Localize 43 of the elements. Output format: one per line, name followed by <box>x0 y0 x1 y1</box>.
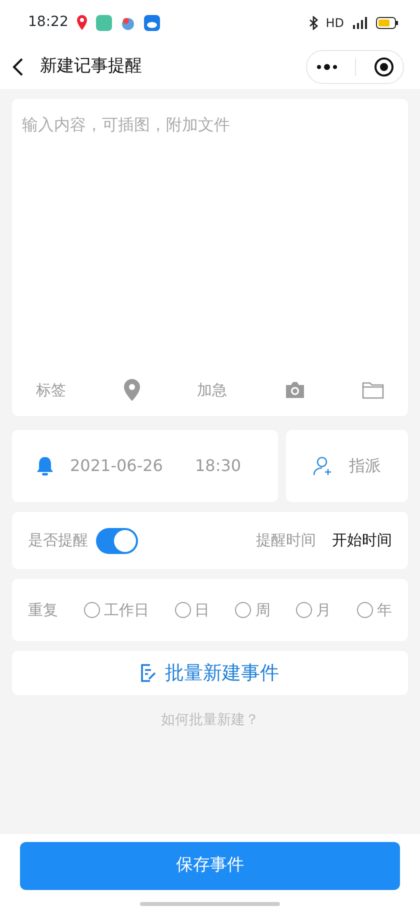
app-icon <box>96 14 112 30</box>
batch-help-link[interactable]: 如何批量新建？ <box>161 712 259 728</box>
location-icon[interactable] <box>122 379 140 401</box>
signal-icon <box>352 16 368 28</box>
repeat-label: 重复 <box>28 600 58 621</box>
reminder-toggle[interactable] <box>96 528 138 554</box>
radio-label: 周 <box>255 600 270 621</box>
radio-button[interactable] <box>174 602 191 618</box>
save-button[interactable]: 保存事件 <box>20 842 400 890</box>
radio-button[interactable] <box>235 602 252 618</box>
datetime-picker[interactable]: 2021-06-26 18:30 <box>12 430 278 502</box>
reminder-time-label: 提醒时间 <box>256 530 316 552</box>
date-text: 2021-06-26 <box>70 455 163 477</box>
edit-document-icon <box>141 664 157 682</box>
content-field[interactable]: 输入内容，可插图，附加文件 <box>12 99 408 370</box>
map-pin-icon <box>76 14 88 30</box>
page-title: 新建记事提醒 <box>40 55 142 78</box>
radio-label: 年 <box>376 600 392 621</box>
radio-button[interactable] <box>356 602 373 618</box>
status-time: 18:22 <box>28 13 68 32</box>
camera-icon[interactable] <box>284 381 306 399</box>
radio-label: 工作日 <box>104 600 149 621</box>
radio-label: 日 <box>194 600 210 621</box>
radio-button[interactable] <box>296 602 312 618</box>
radio-button[interactable] <box>84 602 100 618</box>
assign-label: 指派 <box>349 455 381 477</box>
back-icon[interactable] <box>12 57 24 77</box>
assign-button[interactable]: 指派 <box>286 430 408 502</box>
tool-button[interactable]: 加急 <box>197 378 227 402</box>
battery-icon <box>376 16 398 28</box>
reminder-time-value[interactable]: 开始时间 <box>332 529 392 552</box>
bell-icon <box>36 456 54 476</box>
reminder-label: 是否提醒 <box>28 530 88 552</box>
cloud-icon <box>144 14 160 30</box>
add-user-icon <box>313 456 333 476</box>
folder-icon[interactable] <box>362 381 384 399</box>
more-icon[interactable] <box>316 64 338 70</box>
time-text: 18:30 <box>194 455 242 477</box>
network-label: HD <box>326 14 344 32</box>
batch-create-button[interactable]: 批量新建事件 <box>12 651 408 695</box>
tool-button[interactable]: 标签 <box>36 378 66 402</box>
bluetooth-icon <box>308 16 318 30</box>
radio-label: 月 <box>316 600 332 621</box>
